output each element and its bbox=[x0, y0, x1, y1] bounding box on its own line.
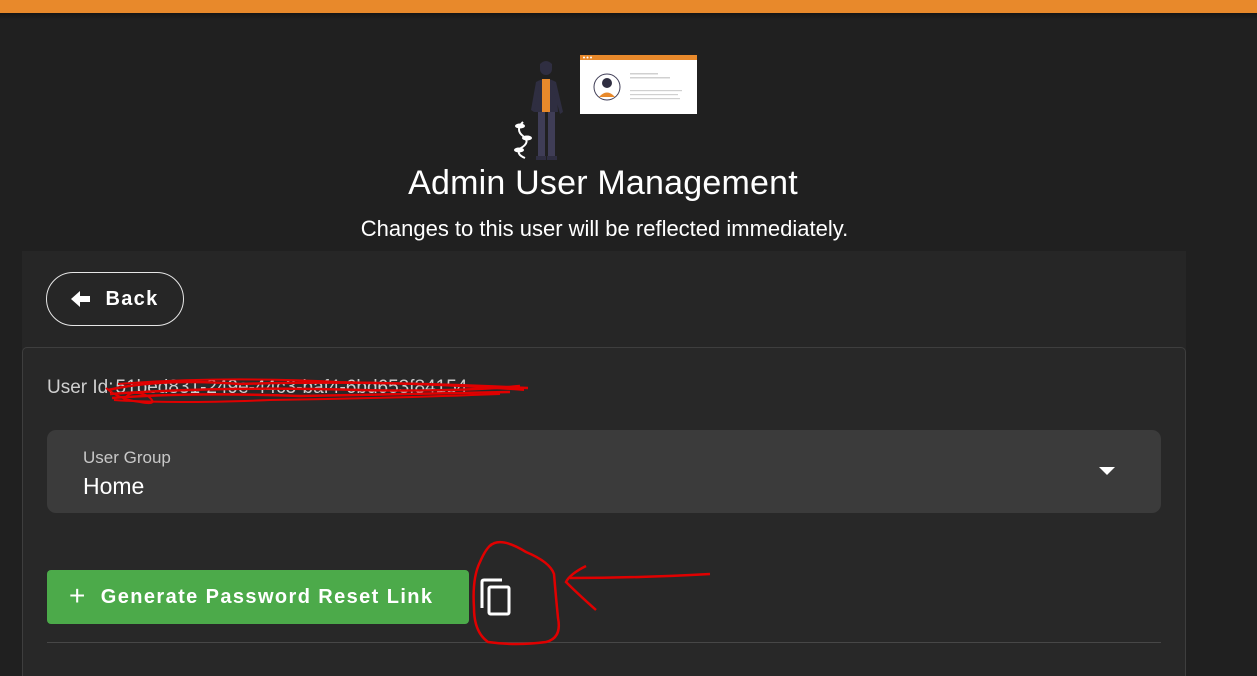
user-group-value: Home bbox=[83, 473, 145, 499]
generate-password-reset-link-button[interactable]: + Generate Password Reset Link bbox=[47, 570, 469, 624]
user-id-row: User Id: 51bed831-249e-44c3-baf4-6bd653f8… bbox=[47, 377, 467, 399]
user-group-label: User Group bbox=[83, 448, 171, 467]
page-subtitle: Changes to this user will be reflected i… bbox=[360, 216, 849, 241]
section-divider bbox=[47, 642, 1161, 643]
user-group-select[interactable]: User Group Home bbox=[47, 430, 1161, 513]
admin-illustration bbox=[514, 55, 697, 160]
back-button[interactable]: Back bbox=[46, 272, 184, 326]
back-button-label: Back bbox=[105, 287, 159, 310]
copy-icon[interactable] bbox=[478, 578, 514, 618]
plus-icon: + bbox=[69, 580, 87, 611]
page-title: Admin User Management bbox=[408, 164, 798, 202]
user-id-label: User Id: bbox=[47, 377, 114, 398]
top-accent-bar bbox=[0, 0, 1257, 13]
arrow-left-icon bbox=[71, 291, 91, 307]
user-id-value: 51bed831-249e-44c3-baf4-6bd653f84154 bbox=[115, 377, 468, 398]
top-bar-shadow bbox=[0, 13, 1257, 19]
generate-button-label: Generate Password Reset Link bbox=[100, 585, 434, 608]
chevron-down-icon bbox=[1099, 467, 1115, 475]
